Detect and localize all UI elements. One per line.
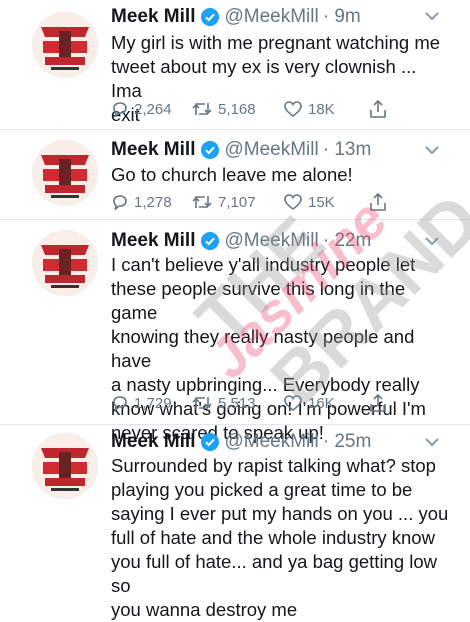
share-button[interactable] bbox=[369, 191, 392, 213]
tweet-text: I can't believe y'all industry people le… bbox=[111, 253, 451, 445]
like-button[interactable]: 18K bbox=[283, 98, 335, 120]
handle[interactable]: @MeekMill bbox=[224, 230, 318, 252]
like-icon bbox=[284, 101, 302, 118]
tweet-text: Go to church leave me alone! bbox=[111, 163, 451, 187]
tweet-text-line: Go to church leave me alone! bbox=[111, 164, 353, 185]
timestamp[interactable]: · 13m bbox=[323, 139, 372, 161]
share-icon bbox=[370, 192, 386, 211]
like-button[interactable]: 16K bbox=[283, 392, 335, 414]
verified-badge-icon bbox=[201, 232, 220, 250]
chevron-down-icon[interactable] bbox=[424, 436, 440, 448]
share-icon bbox=[370, 393, 386, 412]
share-button[interactable] bbox=[369, 98, 392, 120]
verified-badge-icon bbox=[201, 433, 220, 451]
handle[interactable]: @MeekMill bbox=[224, 431, 318, 453]
verified-badge-icon bbox=[201, 141, 220, 159]
display-name[interactable]: Meek Mill bbox=[111, 431, 195, 453]
retweet-button[interactable]: 5,513 bbox=[191, 392, 256, 414]
display-name[interactable]: Meek Mill bbox=[111, 230, 195, 252]
reply-button[interactable]: 1,729 bbox=[111, 392, 172, 414]
like-count: 15K bbox=[308, 193, 335, 211]
tweet-text-line: tweet about my ex is very clownish ... I… bbox=[111, 56, 417, 101]
reply-count: 1,278 bbox=[134, 193, 172, 211]
tweet-text: Surrounded by rapist talking what? stop … bbox=[111, 454, 451, 622]
reply-icon bbox=[113, 396, 127, 412]
tweet-text-line: you full of hate... and ya bag getting l… bbox=[111, 551, 438, 596]
tweet[interactable]: Meek Mill @MeekMill · 13m Go to church l… bbox=[0, 130, 470, 220]
like-button[interactable]: 15K bbox=[283, 191, 335, 213]
reply-count: 2,264 bbox=[134, 100, 172, 118]
tweet-header: Meek Mill @MeekMill · 22m bbox=[111, 229, 371, 253]
like-count: 18K bbox=[308, 100, 335, 118]
retweet-count: 7,107 bbox=[218, 193, 256, 211]
reply-icon bbox=[113, 102, 127, 118]
reply-button[interactable]: 1,278 bbox=[111, 191, 172, 213]
retweet-count: 5,168 bbox=[218, 100, 256, 118]
timestamp[interactable]: · 22m bbox=[323, 230, 372, 252]
share-icon bbox=[370, 99, 386, 118]
tweet-header: Meek Mill @MeekMill · 25m bbox=[111, 430, 371, 454]
tweet-text-line: these people survive this long in the ga… bbox=[111, 278, 406, 323]
tweet-header: Meek Mill @MeekMill · 13m bbox=[111, 138, 371, 162]
chevron-down-icon[interactable] bbox=[424, 10, 440, 22]
tweet-text-line: saying I ever put my hands on you ... yo… bbox=[111, 503, 449, 524]
tweet-actions: 1,278 7,107 15K bbox=[111, 191, 401, 213]
tweet-text-line: Surrounded by rapist talking what? stop bbox=[111, 455, 436, 476]
tweet-actions: 2,264 5,168 18K bbox=[111, 98, 401, 120]
verified-badge-icon bbox=[201, 8, 220, 26]
tweet-actions: 1,729 5,513 16K bbox=[111, 392, 401, 414]
avatar[interactable] bbox=[32, 433, 98, 499]
tweet[interactable]: Meek Mill @MeekMill · 22m I can't believ… bbox=[0, 220, 470, 443]
like-icon bbox=[284, 395, 302, 412]
handle[interactable]: @MeekMill bbox=[224, 139, 318, 161]
retweet-icon bbox=[192, 196, 212, 208]
handle[interactable]: @MeekMill bbox=[224, 6, 318, 28]
retweet-button[interactable]: 5,168 bbox=[191, 98, 256, 120]
display-name[interactable]: Meek Mill bbox=[111, 139, 195, 161]
retweet-icon bbox=[192, 103, 212, 115]
retweet-button[interactable]: 7,107 bbox=[191, 191, 256, 213]
tweet-text-line: full of hate and the whole industry know bbox=[111, 527, 435, 548]
timestamp[interactable]: · 9m bbox=[323, 6, 361, 28]
tweet-header: Meek Mill @MeekMill · 9m bbox=[111, 5, 361, 29]
avatar[interactable] bbox=[32, 12, 98, 78]
tweet-text-line: playing you picked a great time to be bbox=[111, 479, 413, 500]
tweet-text-line: you wanna destroy me bbox=[111, 599, 298, 620]
timestamp[interactable]: · 25m bbox=[323, 431, 372, 453]
tweet-text-line: I can't believe y'all industry people le… bbox=[111, 254, 416, 275]
avatar[interactable] bbox=[32, 140, 98, 206]
display-name[interactable]: Meek Mill bbox=[111, 6, 195, 28]
chevron-down-icon[interactable] bbox=[424, 144, 440, 156]
like-count: 16K bbox=[308, 394, 335, 412]
tweet[interactable]: Meek Mill @MeekMill · 9m My girl is with… bbox=[0, 0, 470, 130]
avatar[interactable] bbox=[32, 230, 98, 296]
retweet-count: 5,513 bbox=[218, 394, 256, 412]
tweet-text-line: My girl is with me pregnant watching me bbox=[111, 32, 441, 53]
tweet[interactable]: Meek Mill @MeekMill · 25m Surrounded by … bbox=[0, 425, 470, 620]
tweet-text-line: knowing they really nasty people and hav… bbox=[111, 326, 415, 371]
reply-count: 1,729 bbox=[134, 394, 172, 412]
reply-icon bbox=[113, 195, 127, 211]
share-button[interactable] bbox=[369, 392, 392, 414]
like-icon bbox=[284, 194, 302, 211]
reply-button[interactable]: 2,264 bbox=[111, 98, 172, 120]
chevron-down-icon[interactable] bbox=[424, 235, 440, 247]
retweet-icon bbox=[192, 397, 212, 409]
